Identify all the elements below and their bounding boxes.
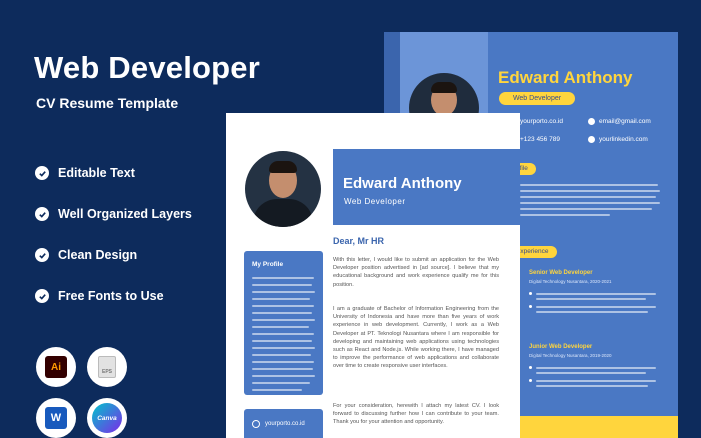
feature-label: Well Organized Layers	[58, 207, 192, 221]
contact-email: email@gmail.com	[588, 118, 651, 125]
check-icon	[35, 289, 49, 303]
feature-label: Clean Design	[58, 248, 138, 262]
canva-icon: Canva	[87, 398, 127, 438]
job-company: Digital Technology Nusantara, 2019-2020	[529, 353, 612, 358]
job-bullets	[529, 366, 659, 387]
promo-title: Web Developer	[34, 50, 260, 85]
resume-name: Edward Anthony	[498, 68, 633, 87]
resume-role-badge: Web Developer	[499, 92, 575, 105]
feature-item: Free Fonts to Use	[35, 289, 164, 303]
feature-label: Free Fonts to Use	[58, 289, 164, 303]
job-bullets	[529, 292, 659, 313]
resume-role: Web Developer	[344, 197, 406, 206]
check-icon	[35, 166, 49, 180]
profile-text	[252, 277, 315, 391]
feature-label: Editable Text	[58, 166, 135, 180]
footer-bar	[514, 416, 678, 438]
avatar	[245, 151, 321, 227]
letter-paragraph: With this letter, I would like to submit…	[333, 257, 499, 288]
job-title: Senior Web Developer	[529, 270, 593, 276]
contact-website: yourporto.co.id	[252, 420, 305, 428]
job-company: Digital Technology Nusantara, 2020-2021	[529, 279, 612, 284]
resume-name: Edward Anthony	[343, 175, 462, 192]
contact-phone: +123 456 789	[520, 136, 560, 143]
feature-item: Well Organized Layers	[35, 207, 192, 221]
job-title: Junior Web Developer	[529, 344, 593, 350]
promo-subtitle: CV Resume Template	[36, 95, 179, 111]
illustrator-icon: Ai	[36, 347, 76, 387]
globe-icon	[252, 420, 260, 428]
letter-paragraph: I am a graduate of Bachelor of Informati…	[333, 306, 499, 370]
feature-item: Clean Design	[35, 248, 137, 262]
linkedin-icon	[588, 136, 595, 143]
profile-sidebar: My Profile	[244, 251, 323, 395]
contact-linkedin: yourlinkedin.com	[588, 136, 648, 143]
contact-sidebar: yourporto.co.id	[244, 409, 323, 438]
mail-icon	[588, 118, 595, 125]
profile-text	[520, 184, 660, 216]
word-icon: W	[36, 398, 76, 438]
contact-website: yourporto.co.id	[520, 118, 563, 125]
check-icon	[35, 207, 49, 221]
eps-icon: EPS	[87, 347, 127, 387]
letter-paragraph: For your consideration, herewith I attac…	[333, 403, 499, 426]
sidebar-title: My Profile	[252, 261, 284, 268]
letter-greeting: Dear, Mr HR	[333, 236, 385, 246]
resume-front: Edward Anthony Web Developer My Profile	[226, 113, 520, 438]
check-icon	[35, 248, 49, 262]
feature-item: Editable Text	[35, 166, 135, 180]
